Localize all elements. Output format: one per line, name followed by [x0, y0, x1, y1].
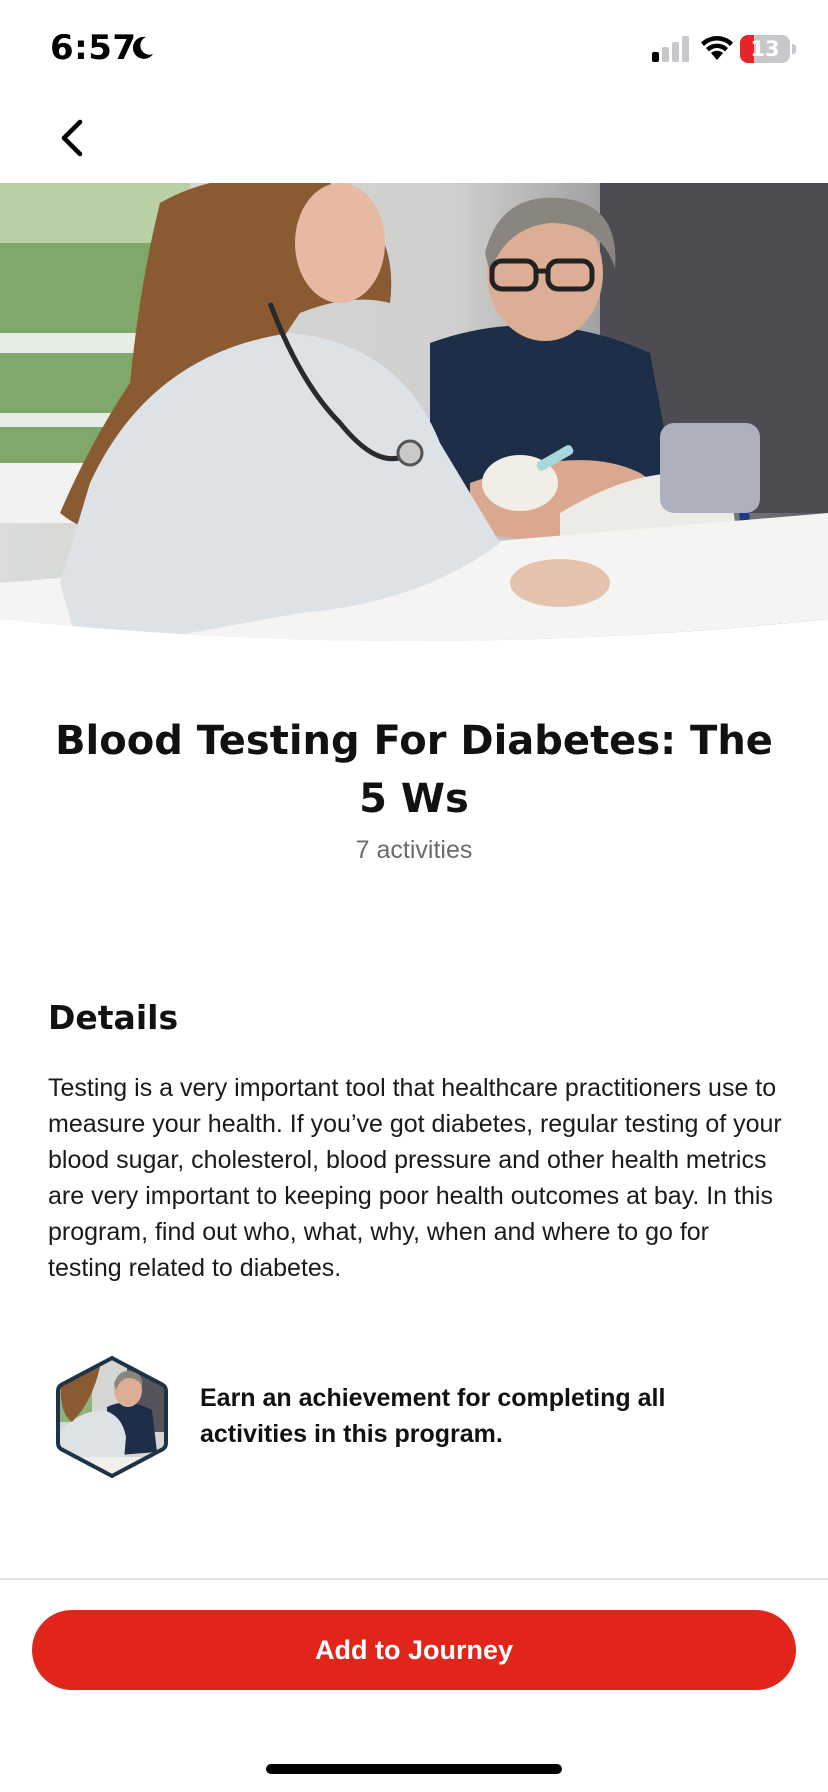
add-to-journey-button[interactable]: Add to Journey: [32, 1610, 796, 1690]
status-time: 6:57: [50, 28, 137, 68]
footer-divider: [0, 1578, 828, 1580]
hero-image: [0, 183, 828, 653]
signal-icon: [652, 36, 689, 62]
program-title: Blood Testing For Diabetes: The 5 Ws: [55, 718, 773, 822]
details-description: Testing is a very important tool that he…: [48, 1074, 782, 1282]
details-heading: Details: [48, 998, 179, 1037]
moon-icon: [132, 36, 153, 59]
battery-icon: 13: [740, 35, 796, 63]
chevron-left-icon: [61, 119, 83, 157]
status-bar: 6:57 13: [0, 0, 828, 100]
achievement-text: Earn an achievement for completing all a…: [200, 1384, 666, 1448]
wifi-icon: [701, 36, 733, 60]
achievement-badge-icon: [52, 1352, 172, 1482]
back-button[interactable]: [46, 112, 98, 164]
activity-count: 7 activities: [355, 836, 473, 864]
battery-level: 13: [750, 37, 780, 61]
home-indicator: [266, 1764, 562, 1774]
